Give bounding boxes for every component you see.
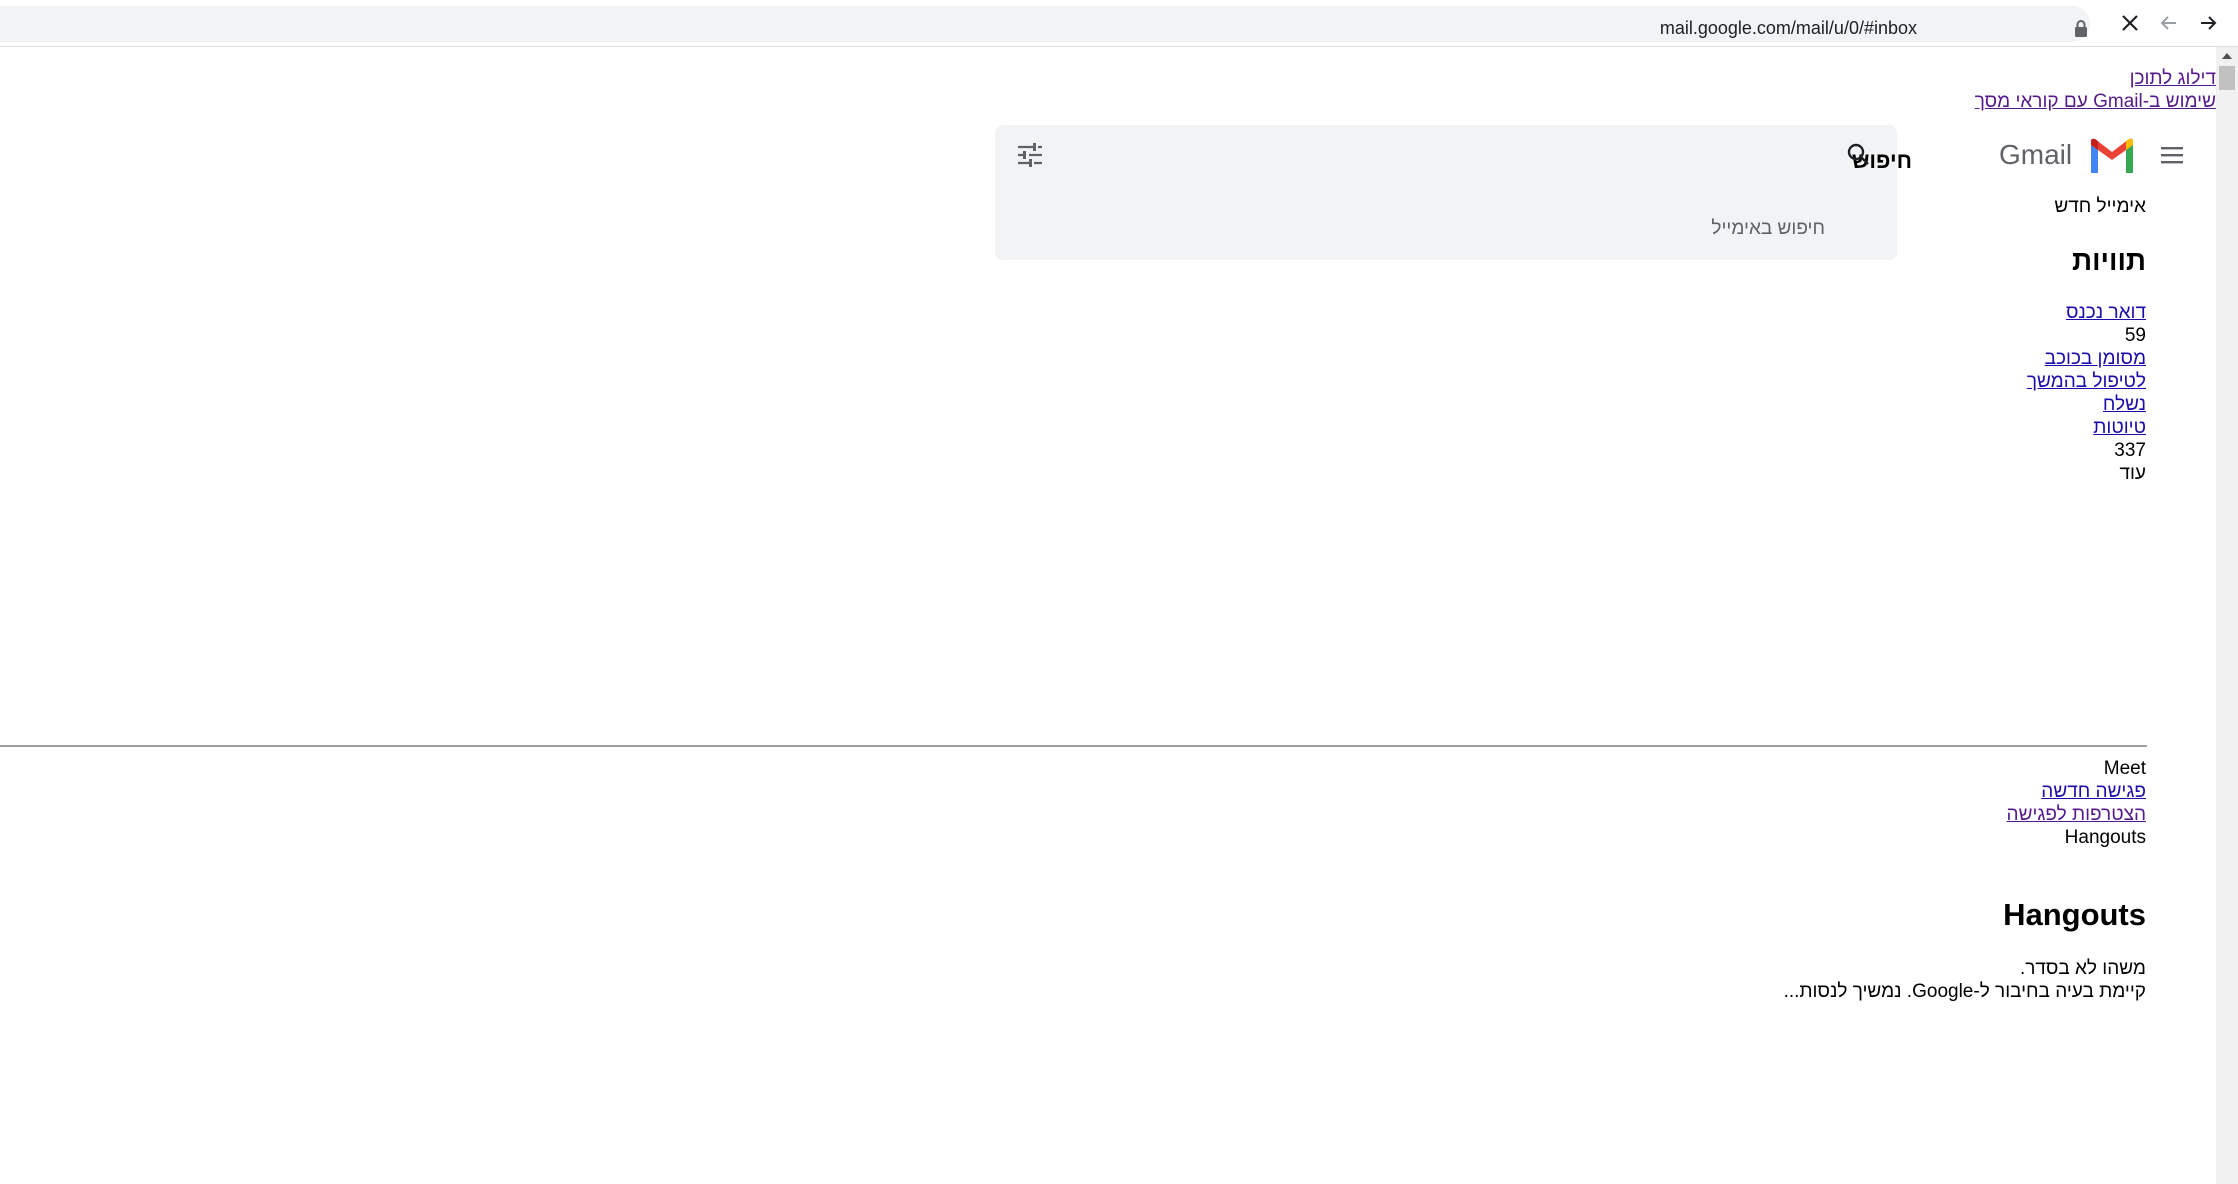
tune-icon[interactable] (1016, 142, 1044, 168)
forward-icon[interactable] (2193, 8, 2223, 38)
search-icon[interactable] (1845, 141, 1871, 167)
join-meeting-link[interactable]: הצטרפות לפגישה (2007, 804, 2146, 826)
sidebar-item-sent[interactable]: נשלח (2103, 394, 2146, 416)
address-bar[interactable]: mail.google.com/mail/u/0/#inbox (0, 6, 2090, 42)
drafts-count: 337 (2114, 440, 2146, 461)
compose-button[interactable]: אימייל חדש (2054, 196, 2146, 218)
close-icon[interactable] (2115, 8, 2145, 38)
skip-to-content-link[interactable]: דילוג לתוכן (2130, 68, 2216, 90)
browser-toolbar: mail.google.com/mail/u/0/#inbox (0, 0, 2238, 47)
scrollbar-thumb[interactable] (2219, 66, 2235, 90)
scroll-up-arrow-icon[interactable] (2220, 50, 2234, 62)
sidebar-item-drafts[interactable]: טיוטות (2093, 417, 2146, 439)
new-meeting-link[interactable]: פגישה חדשה (2041, 781, 2146, 803)
inbox-unread-count: 59 (2124, 325, 2146, 346)
search-input[interactable]: חיפוש באימייל (1711, 218, 1825, 240)
sidebar-item-snoozed[interactable]: לטיפול בהמשך (2027, 371, 2146, 393)
hangouts-error-message: קיימת בעיה בחיבור ל-Google. נמשיך לנסות.… (1783, 981, 2146, 1002)
url-text[interactable]: mail.google.com/mail/u/0/#inbox (1660, 18, 1917, 39)
gmail-wordmark[interactable]: Gmail (1999, 139, 2072, 171)
hangouts-label: Hangouts (2064, 827, 2146, 848)
section-divider (0, 745, 2147, 747)
sidebar-item-inbox[interactable]: דואר נכנס (2066, 302, 2146, 324)
back-icon[interactable] (2154, 8, 2184, 38)
sidebar-more[interactable]: עוד (2119, 463, 2146, 485)
lock-icon[interactable] (2072, 19, 2090, 39)
hangouts-heading: Hangouts (2003, 897, 2146, 932)
hamburger-icon[interactable] (2158, 141, 2186, 169)
labels-heading: תוויות (2072, 245, 2146, 276)
meet-title: Meet (2103, 758, 2146, 779)
sidebar-item-starred[interactable]: מסומן בכוכב (2045, 348, 2146, 370)
hangouts-error-title: משהו לא בסדר. (2019, 958, 2146, 979)
gmail-logo-icon[interactable] (2088, 137, 2136, 175)
screen-reader-link[interactable]: שימוש ב-Gmail עם קוראי מסך (1975, 91, 2216, 113)
vertical-scrollbar[interactable] (2216, 47, 2238, 1184)
